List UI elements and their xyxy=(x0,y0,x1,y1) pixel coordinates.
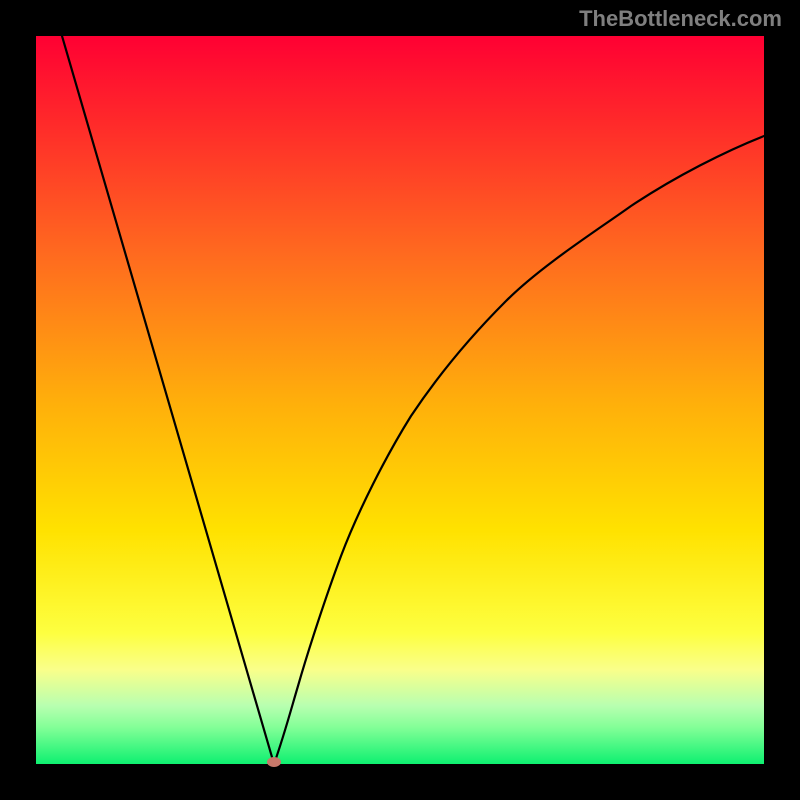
curve-left-branch xyxy=(62,36,274,764)
bottleneck-curve xyxy=(36,36,764,764)
curve-right-branch xyxy=(274,136,764,764)
watermark-text: TheBottleneck.com xyxy=(579,6,782,32)
plot-area xyxy=(36,36,764,764)
vertex-marker xyxy=(267,757,281,767)
